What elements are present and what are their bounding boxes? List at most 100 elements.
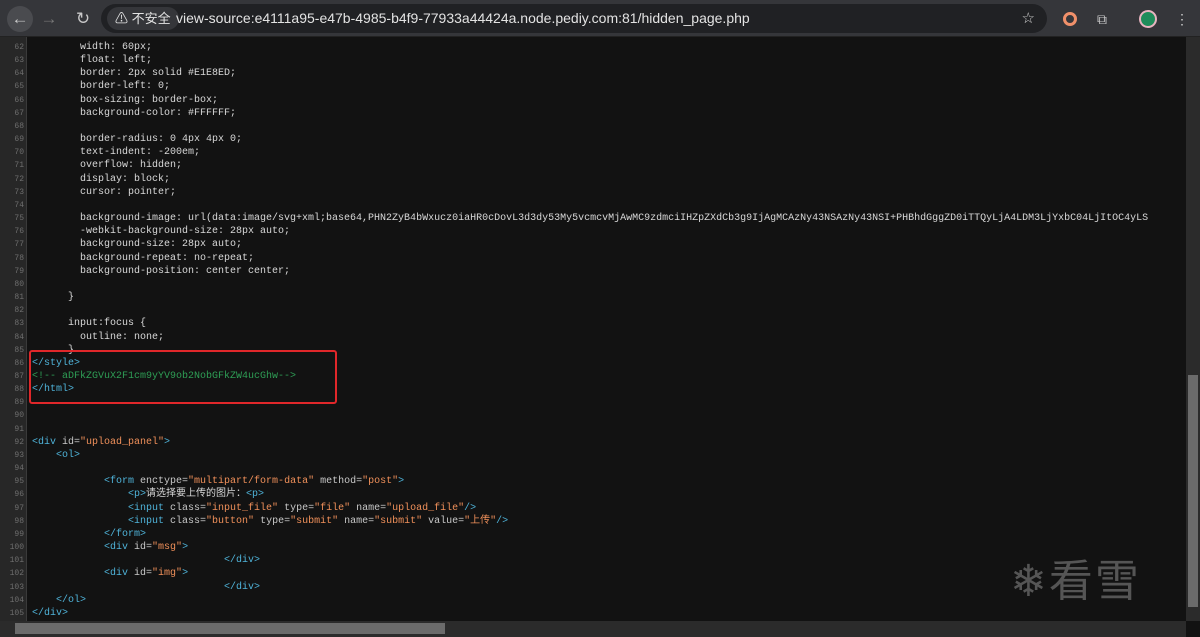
line-number: 91	[14, 424, 24, 434]
attr-token: id=	[62, 436, 81, 448]
source-line: 79 background-position: center center;	[0, 265, 1186, 278]
extension-o-icon[interactable]	[1060, 9, 1080, 29]
source-line: 82	[0, 304, 1186, 317]
text-token: input:focus {	[32, 318, 147, 330]
line-number: 86	[14, 358, 24, 368]
value-token: "msg"	[152, 542, 183, 554]
line-number: 83	[14, 319, 24, 329]
line-number: 85	[14, 345, 24, 355]
line-text: </ol>	[32, 594, 86, 607]
star-icon[interactable]: ☆	[1022, 4, 1035, 33]
security-chip[interactable]: ⚠ 不安全	[107, 7, 179, 30]
tag-token: <div	[32, 436, 63, 448]
line-text: background-repeat: no-repeat;	[32, 252, 254, 265]
line-text: <input class="button" type="submit" name…	[32, 515, 508, 528]
source-line: 105 </div>	[0, 607, 1186, 620]
text-token: }	[32, 292, 75, 304]
tag-token: <input	[32, 515, 171, 527]
line-text: background-color: #FFFFFF;	[32, 107, 236, 120]
url-text[interactable]: view-source:e4111a95-e47b-4985-b4f9-7793…	[176, 4, 750, 33]
text-token: box-sizing: border-box;	[32, 94, 219, 106]
text-token: background-image: url(data:image/svg+xml…	[32, 213, 1149, 225]
tag-token: </div>	[32, 581, 261, 593]
attr-token: id=	[134, 542, 153, 554]
horizontal-scrollbar[interactable]	[0, 621, 1186, 637]
line-number: 67	[14, 108, 24, 118]
source-line: 94	[0, 462, 1186, 475]
source-line: 64 border: 2px solid #E1E8ED;	[0, 67, 1186, 80]
reload-icon[interactable]: ↻	[70, 6, 96, 32]
puzzle-icon[interactable]: ⧉	[1092, 9, 1112, 29]
line-number: 102	[9, 569, 24, 579]
line-text: <div id="img">	[32, 567, 188, 580]
line-number: 90	[14, 411, 24, 421]
line-number: 73	[14, 187, 24, 197]
source-line: 73 cursor: pointer;	[0, 186, 1186, 199]
line-number: 63	[14, 56, 24, 66]
line-text: overflow: hidden;	[32, 159, 182, 172]
attr-token: method=	[314, 476, 363, 488]
source-line: 83 input:focus {	[0, 317, 1186, 330]
source-line: 78 background-repeat: no-repeat;	[0, 252, 1186, 265]
line-text: background-size: 28px auto;	[32, 238, 242, 251]
value-token: "input_file"	[206, 502, 279, 514]
horizontal-scroll-thumb[interactable]	[15, 623, 445, 634]
address-bar[interactable]: ⚠ 不安全 view-source:e4111a95-e47b-4985-b4f…	[101, 4, 1047, 33]
source-line: 77 background-size: 28px auto;	[0, 238, 1186, 251]
line-text: </div>	[32, 554, 260, 567]
source-line: 96 <p>请选择要上传的图片：<p>	[0, 488, 1186, 501]
line-number: 76	[14, 227, 24, 237]
kebab-menu-icon[interactable]: ⋮	[1172, 9, 1192, 29]
avatar-icon[interactable]	[1138, 9, 1158, 29]
back-icon[interactable]: ←	[7, 6, 33, 32]
vertical-scroll-thumb[interactable]	[1188, 375, 1198, 607]
tag-token: >	[164, 436, 171, 448]
line-text: -webkit-background-size: 28px auto;	[32, 225, 290, 238]
line-text: <ol>	[32, 449, 80, 462]
text-token: outline: none;	[32, 331, 165, 343]
text-token: text-indent: -200em;	[32, 147, 201, 159]
line-number: 66	[14, 95, 24, 105]
line-number: 79	[14, 266, 24, 276]
tag-token: <ol>	[32, 449, 81, 461]
tag-token: <div	[32, 542, 135, 554]
source-line: 81 }	[0, 291, 1186, 304]
line-number: 64	[14, 69, 24, 79]
source-line: 72 display: block;	[0, 173, 1186, 186]
line-number: 72	[14, 174, 24, 184]
source-line: 66 box-sizing: border-box;	[0, 94, 1186, 107]
line-text: input:focus {	[32, 317, 146, 330]
source-line: 74	[0, 199, 1186, 212]
tag-token: <p>	[32, 489, 147, 501]
source-line: 93 <ol>	[0, 449, 1186, 462]
line-text: <div id="upload_panel">	[32, 436, 170, 449]
line-number: 80	[14, 279, 24, 289]
line-number: 103	[9, 582, 24, 592]
line-text: </form>	[32, 528, 146, 541]
source-line: 98 <input class="button" type="submit" n…	[0, 515, 1186, 528]
vertical-scrollbar[interactable]	[1186, 37, 1200, 621]
source-line: 70 text-indent: -200em;	[0, 146, 1186, 159]
attr-token: type=	[254, 515, 291, 527]
line-number: 96	[14, 490, 24, 500]
line-number: 101	[9, 556, 24, 566]
source-line: 95 <form enctype="multipart/form-data" m…	[0, 475, 1186, 488]
forward-icon[interactable]: →	[36, 6, 62, 32]
line-number: 65	[14, 82, 24, 92]
value-token: "upload_panel"	[80, 436, 165, 448]
line-text: <input class="input_file" type="file" na…	[32, 502, 476, 515]
text-token: display: block;	[32, 173, 171, 185]
line-number: 74	[14, 200, 24, 210]
source-line: 75 background-image: url(data:image/svg+…	[0, 212, 1186, 225]
line-text: box-sizing: border-box;	[32, 94, 218, 107]
tag-token: <div	[32, 568, 135, 580]
line-text: text-indent: -200em;	[32, 146, 200, 159]
line-number: 70	[14, 148, 24, 158]
line-text: }	[32, 291, 74, 304]
attr-token: id=	[134, 568, 153, 580]
line-number: 95	[14, 477, 24, 487]
line-text: <div id="msg">	[32, 541, 188, 554]
attr-token: name=	[350, 502, 387, 514]
source-line: 71 overflow: hidden;	[0, 159, 1186, 172]
line-text: <form enctype="multipart/form-data" meth…	[32, 475, 404, 488]
